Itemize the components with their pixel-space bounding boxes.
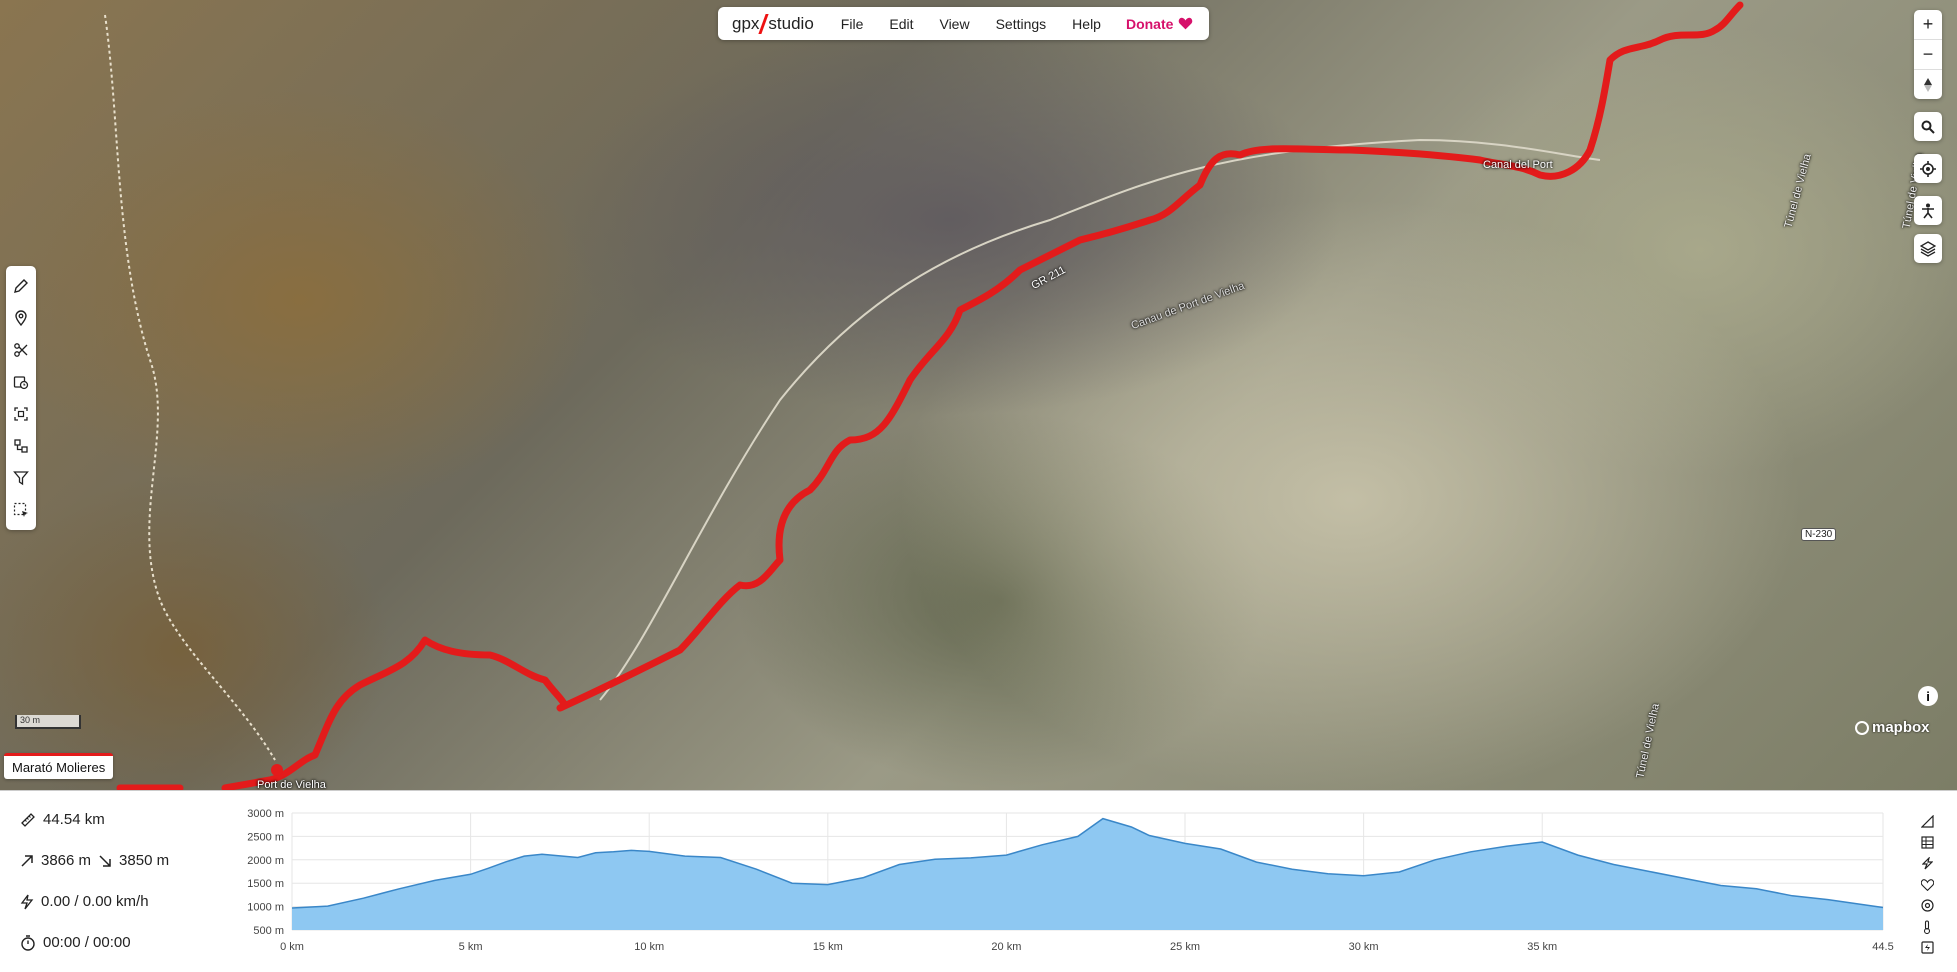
elevation-panel: 44.54 km 3866 m 3850 m 0.00 / 0.00 km/h … [0, 790, 1957, 972]
track-stats: 44.54 km 3866 m 3850 m 0.00 / 0.00 km/h … [20, 799, 220, 963]
menu-file[interactable]: File [828, 16, 877, 32]
zoom-controls: + − [1914, 10, 1942, 99]
track-name-label[interactable]: Marató Molieres [4, 753, 113, 779]
app-logo: gpx studio [732, 14, 814, 34]
time-value: 00:00 / 00:00 [43, 934, 131, 951]
stat-distance: 44.54 km [20, 799, 220, 840]
x-tick-label: 15 km [813, 941, 843, 953]
menu-edit[interactable]: Edit [876, 16, 926, 32]
compass-icon[interactable] [1914, 70, 1942, 99]
donate-button[interactable]: Donate [1114, 16, 1199, 32]
elevation-profile-chart[interactable]: 3000 m 2500 m 2000 m 1500 m 1000 m 500 m 0 km 5… [220, 791, 1910, 972]
grid-icon[interactable] [1916, 832, 1938, 853]
slope-icon[interactable] [1916, 811, 1938, 832]
info-icon[interactable]: i [1918, 686, 1938, 706]
profile-options [1916, 811, 1938, 958]
y-tick-label: 1500 m [247, 878, 284, 890]
stat-time: 00:00 / 00:00 [20, 922, 220, 963]
y-tick-label: 2500 m [247, 831, 284, 843]
map-label-port-de-vielha: Port de Vielha [257, 779, 326, 790]
heart-icon [1178, 17, 1193, 30]
trail-path-gr211 [600, 140, 1600, 700]
pencil-icon[interactable] [6, 270, 36, 302]
cadence-icon[interactable] [1916, 895, 1938, 916]
elevation-area [292, 819, 1883, 930]
distance-value: 44.54 km [43, 811, 105, 828]
street-view-person-icon[interactable] [1914, 196, 1942, 225]
x-tick-label: 35 km [1527, 941, 1557, 953]
y-tick-label: 1000 m [247, 902, 284, 914]
merge-icon[interactable] [6, 430, 36, 462]
brand-studio: studio [768, 14, 813, 34]
y-tick-label: 2000 m [247, 855, 284, 867]
trail-path [105, 15, 275, 760]
lightning-icon [20, 894, 34, 910]
ruler-icon [20, 812, 36, 828]
mapbox-logo: mapbox [1855, 719, 1930, 736]
elevation-up-value: 3866 m [41, 852, 91, 869]
top-menu-bar: gpx studio File Edit View Settings Help … [718, 7, 1209, 40]
mapbox-icon [1855, 721, 1869, 735]
layers-icon[interactable] [1914, 234, 1942, 263]
filter-icon[interactable] [6, 462, 36, 494]
search-icon[interactable] [1914, 112, 1942, 141]
scissors-icon[interactable] [6, 334, 36, 366]
road-badge-n230: N-230 [1801, 528, 1836, 541]
x-tick-label: 5 km [459, 941, 483, 953]
clock-calendar-icon[interactable] [6, 366, 36, 398]
locate-control [1914, 154, 1942, 183]
brand-gpx: gpx [732, 14, 759, 34]
map-scale: 30 m [15, 715, 81, 729]
power-icon[interactable] [1916, 937, 1938, 958]
layers-control [1914, 234, 1942, 263]
zoom-in-icon[interactable]: + [1914, 10, 1942, 40]
heart-rate-icon[interactable] [1916, 874, 1938, 895]
locate-icon[interactable] [1914, 154, 1942, 183]
donate-label: Donate [1126, 16, 1173, 32]
map-overlay [0, 0, 1957, 790]
stopwatch-icon [20, 935, 36, 951]
x-tick-label: 10 km [634, 941, 664, 953]
x-tick-label: 44.5 [1872, 941, 1893, 953]
x-tick-label: 20 km [991, 941, 1021, 953]
zoom-out-icon[interactable]: − [1914, 40, 1942, 70]
thermometer-icon[interactable] [1916, 916, 1938, 937]
x-tick-label: 30 km [1349, 941, 1379, 953]
select-frame-icon[interactable] [6, 398, 36, 430]
x-tick-label: 25 km [1170, 941, 1200, 953]
gpx-track [120, 5, 1740, 788]
speed-value: 0.00 / 0.00 km/h [41, 893, 149, 910]
y-tick-label: 3000 m [247, 808, 284, 820]
search-control [1914, 112, 1942, 141]
menu-view[interactable]: View [926, 16, 982, 32]
menu-settings[interactable]: Settings [983, 16, 1060, 32]
track-start-marker [271, 764, 283, 776]
toolbar-left [6, 266, 36, 530]
arrow-down-right-icon [98, 854, 112, 868]
map-label-canal-del-port: Canal del Port [1483, 159, 1553, 171]
map-pin-icon[interactable] [6, 302, 36, 334]
lightning-icon[interactable] [1916, 853, 1938, 874]
menu-help[interactable]: Help [1059, 16, 1114, 32]
y-tick-label: 500 m [253, 925, 284, 937]
elevation-down-value: 3850 m [119, 852, 169, 869]
street-view-control [1914, 196, 1942, 225]
satellite-map[interactable]: Canal del Port GR 211 Canau de Port de V… [0, 0, 1957, 790]
x-tick-label: 0 km [280, 941, 304, 953]
dashed-select-icon[interactable] [6, 494, 36, 526]
mapbox-text: mapbox [1872, 719, 1930, 736]
stat-elevation: 3866 m 3850 m [20, 840, 220, 881]
arrow-up-right-icon [20, 854, 34, 868]
stat-speed: 0.00 / 0.00 km/h [20, 881, 220, 922]
